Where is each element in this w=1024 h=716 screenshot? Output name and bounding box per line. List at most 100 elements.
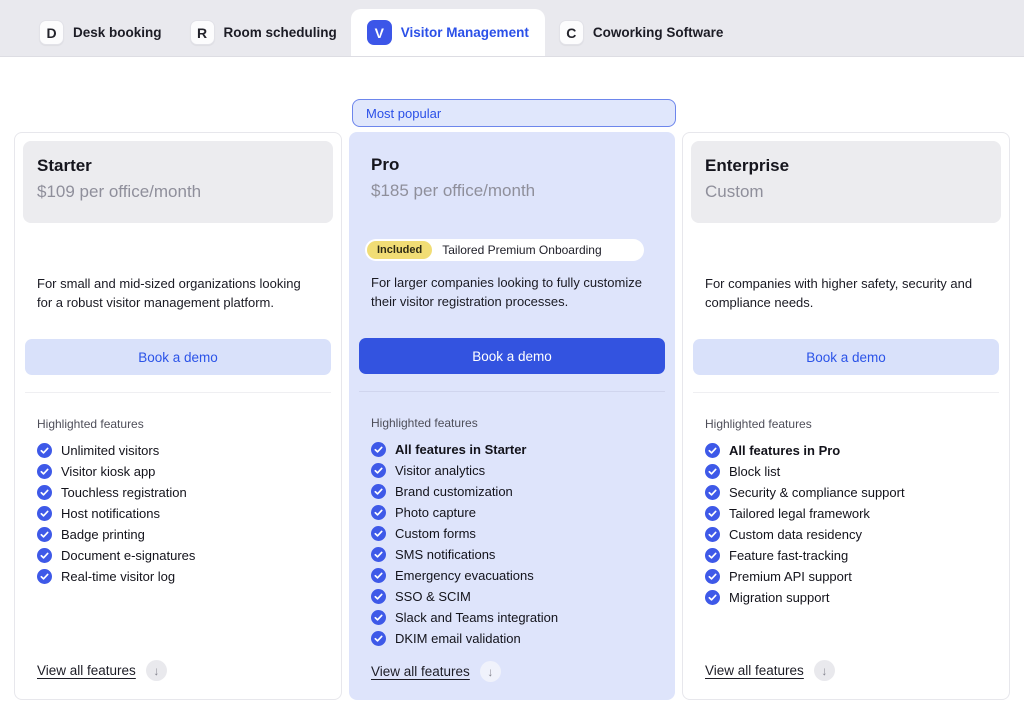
included-pill-slot	[31, 240, 325, 262]
down-arrow-icon[interactable]: ↓	[813, 660, 835, 681]
view-all-row: View all features ↓	[705, 660, 987, 681]
check-icon	[37, 464, 52, 479]
check-icon	[371, 547, 386, 562]
check-icon	[371, 568, 386, 583]
feature-label: Touchless registration	[61, 485, 187, 500]
features-heading: Highlighted features	[37, 417, 144, 431]
plan-header: Starter $109 per office/month	[23, 141, 333, 223]
feature-item: Photo capture	[371, 505, 653, 520]
view-all-features-link[interactable]: View all features	[37, 663, 136, 678]
feature-label: Unlimited visitors	[61, 443, 160, 458]
check-icon	[371, 526, 386, 541]
feature-label: Tailored legal framework	[729, 506, 870, 521]
check-icon	[705, 464, 720, 479]
feature-label: Migration support	[729, 590, 830, 605]
check-icon	[705, 506, 720, 521]
feature-label: DKIM email validation	[395, 631, 521, 646]
room-scheduling-letter-icon: R	[189, 20, 215, 45]
included-pill-slot: Included Tailored Premium Onboarding	[365, 239, 659, 261]
features-heading: Highlighted features	[705, 417, 812, 431]
check-icon	[705, 527, 720, 542]
check-icon	[371, 631, 386, 646]
feature-label: Document e-signatures	[61, 548, 196, 563]
feature-item: SSO & SCIM	[371, 589, 653, 604]
check-icon	[371, 505, 386, 520]
feature-item: Security & compliance support	[705, 485, 987, 500]
check-icon	[705, 443, 720, 458]
check-icon	[371, 589, 386, 604]
feature-item: SMS notifications	[371, 547, 653, 562]
tab-room-scheduling[interactable]: R Room scheduling	[176, 9, 351, 56]
plan-name: Pro	[371, 155, 400, 174]
feature-item: Real-time visitor log	[37, 569, 319, 584]
view-all-row: View all features ↓	[371, 661, 653, 682]
check-icon	[705, 569, 720, 584]
plan-price: Custom	[705, 182, 764, 201]
feature-label: SMS notifications	[395, 547, 496, 562]
check-icon	[37, 443, 52, 458]
book-demo-button-enterprise[interactable]: Book a demo	[693, 339, 999, 375]
pricing-cards-row: Starter $109 per office/month For small …	[14, 132, 1010, 700]
feature-item: Slack and Teams integration	[371, 610, 653, 625]
feature-item: Visitor kiosk app	[37, 464, 319, 479]
plan-price: $185 per office/month	[371, 181, 536, 200]
plan-card-pro: Pro $185 per office/month Included Tailo…	[349, 132, 675, 700]
down-arrow-icon[interactable]: ↓	[479, 661, 501, 682]
check-icon	[705, 485, 720, 500]
check-icon	[705, 548, 720, 563]
feature-label: Host notifications	[61, 506, 160, 521]
plan-description: For companies with higher safety, securi…	[705, 276, 973, 310]
feature-label: Badge printing	[61, 527, 145, 542]
plan-header: Pro $185 per office/month	[357, 140, 667, 222]
check-icon	[37, 548, 52, 563]
tab-label: Coworking Software	[592, 25, 724, 40]
included-text: Tailored Premium Onboarding	[442, 243, 602, 257]
view-all-features-link[interactable]: View all features	[371, 664, 470, 679]
feature-label: Premium API support	[729, 569, 852, 584]
feature-label: Custom data residency	[729, 527, 862, 542]
desk-booking-letter-icon: D	[39, 20, 64, 45]
pricing-tab-bar: D Desk booking R Room scheduling V Visit…	[0, 0, 1024, 57]
feature-item: Tailored legal framework	[705, 506, 987, 521]
feature-label: Brand customization	[395, 484, 513, 499]
tab-label: Visitor Management	[400, 25, 529, 40]
plan-header: Enterprise Custom	[691, 141, 1001, 223]
feature-label: Visitor kiosk app	[61, 464, 156, 479]
check-icon	[705, 590, 720, 605]
view-all-row: View all features ↓	[37, 660, 319, 681]
feature-item: Custom forms	[371, 526, 653, 541]
feature-label: All features in Starter	[395, 442, 527, 457]
divider	[359, 391, 665, 392]
feature-label: All features in Pro	[729, 443, 841, 458]
visitor-management-letter-icon: V	[366, 20, 392, 45]
down-arrow-icon[interactable]: ↓	[145, 660, 167, 681]
feature-item: Migration support	[705, 590, 987, 605]
check-icon	[37, 527, 52, 542]
feature-label: Block list	[729, 464, 781, 479]
divider	[693, 392, 999, 393]
feature-label: Security & compliance support	[729, 485, 905, 500]
feature-item: Block list	[705, 464, 987, 479]
book-demo-button-starter[interactable]: Book a demo	[25, 339, 331, 375]
feature-item: All features in Pro	[705, 443, 987, 458]
feature-label: Photo capture	[395, 505, 476, 520]
plan-price: $109 per office/month	[37, 182, 202, 201]
feature-item: Brand customization	[371, 484, 653, 499]
feature-list-pro: All features in Starter Visitor analytic…	[371, 442, 653, 646]
plan-name: Enterprise	[705, 156, 790, 175]
tab-desk-booking[interactable]: D Desk booking	[25, 9, 176, 56]
feature-item: All features in Starter	[371, 442, 653, 457]
coworking-software-letter-icon: C	[558, 20, 584, 45]
plan-description: For larger companies looking to fully cu…	[371, 275, 642, 309]
tab-label: Room scheduling	[223, 25, 337, 40]
tab-visitor-management[interactable]: V Visitor Management	[350, 9, 545, 56]
check-icon	[371, 484, 386, 499]
plan-card-enterprise: Enterprise Custom For companies with hig…	[682, 132, 1010, 700]
tab-coworking-software[interactable]: C Coworking Software	[545, 9, 738, 56]
view-all-features-link[interactable]: View all features	[705, 663, 804, 678]
tab-label: Desk booking	[73, 25, 162, 40]
included-pill-slot	[699, 240, 993, 262]
feature-label: Emergency evacuations	[395, 568, 534, 583]
feature-item: Feature fast-tracking	[705, 548, 987, 563]
book-demo-button-pro[interactable]: Book a demo	[359, 338, 665, 374]
